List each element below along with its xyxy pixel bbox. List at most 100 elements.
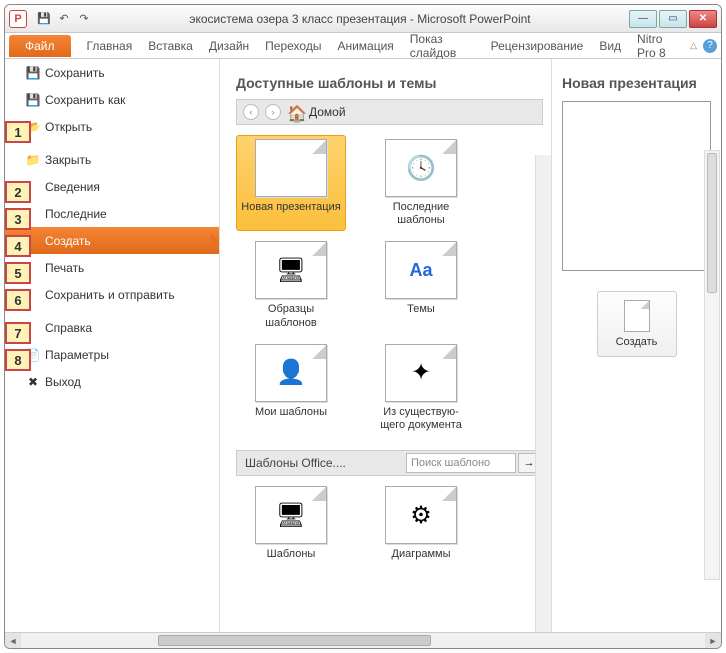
scroll-left-icon[interactable]: ◄ (5, 633, 21, 649)
sidebar-item-11[interactable]: ✖ Выход (5, 368, 219, 395)
help-icon[interactable]: ? (703, 39, 717, 53)
create-button[interactable]: Создать (597, 291, 677, 357)
sidebar-item-10[interactable]: 📄Параметры (5, 341, 219, 368)
template-icon: 🖥 (255, 486, 327, 544)
preview-pane: Новая презентация Создать (551, 59, 721, 632)
callout-7: 7 (5, 322, 31, 344)
callout-1: 1 (5, 121, 31, 143)
breadcrumb: ‹ › 🏠 Домой (236, 99, 543, 125)
sidebar-item-1[interactable]: 💾Сохранить как (5, 86, 219, 113)
vertical-scrollbar[interactable] (535, 155, 551, 632)
ribbon-tab[interactable]: Дизайн (201, 35, 257, 57)
preview-title: Новая презентация (562, 75, 711, 91)
sidebar-icon: 💾 (25, 65, 41, 81)
sidebar-label: Последние (45, 207, 107, 221)
window-title: экосистема озера 3 класс презентация - M… (93, 12, 627, 26)
template-item[interactable]: Новая презентация (236, 135, 346, 231)
qat-redo-icon[interactable]: ↷ (75, 10, 93, 28)
ribbon-tabs: Файл Главная Вставка Дизайн Переходы Ани… (5, 33, 721, 59)
document-icon (624, 300, 650, 332)
template-label: Диаграммы (392, 548, 451, 561)
scroll-thumb[interactable] (158, 635, 432, 646)
template-item[interactable]: 🖥Образцы шаблонов (236, 237, 346, 333)
qat-undo-icon[interactable]: ↶ (55, 10, 73, 28)
close-button[interactable]: ✕ (689, 10, 717, 28)
sidebar-icon: ✖ (25, 374, 41, 390)
breadcrumb-label[interactable]: Домой (309, 105, 346, 119)
ribbon-tab[interactable]: Вид (591, 35, 629, 57)
sidebar-item-8[interactable]: Сохранить и отправить (5, 281, 219, 308)
scroll-right-icon[interactable]: ► (705, 633, 721, 649)
file-tab[interactable]: Файл (9, 35, 71, 57)
template-icon (255, 139, 327, 197)
ribbon-tab[interactable]: Вставка (140, 35, 201, 57)
sidebar-label: Справка (45, 321, 92, 335)
template-item[interactable]: ⚙ Диаграммы (366, 482, 476, 565)
template-icon: 🕓 (385, 139, 457, 197)
file-sidebar: 💾 Сохранить 💾Сохранить как📂Открыть1 📁 Закрыт… (5, 59, 220, 632)
template-item[interactable]: Aa Темы (366, 237, 476, 333)
template-icon: ✦ (385, 344, 457, 402)
sidebar-icon: 📁 (25, 152, 41, 168)
horizontal-scrollbar[interactable]: ◄ ► (5, 632, 721, 648)
sidebar-label: Закрыть (45, 153, 91, 167)
template-label: Темы (407, 303, 435, 316)
template-icon: Aa (385, 241, 457, 299)
sidebar-label: Сведения (45, 180, 100, 194)
ribbon-tab[interactable]: Переходы (257, 35, 329, 57)
template-label: Мои шаблоны (255, 406, 327, 419)
template-item[interactable]: ✦ Из существую-щего документа (366, 340, 476, 436)
sidebar-label: Создать (45, 234, 91, 248)
template-label: Из существую-щего документа (371, 406, 471, 432)
template-icon: 🖥 (255, 241, 327, 299)
templates-pane: Доступные шаблоны и темы ‹ › 🏠 Домой Нов… (220, 59, 551, 632)
ribbon-tab[interactable]: Рецензирование (483, 35, 592, 57)
sidebar-item-9[interactable]: Справка (5, 314, 219, 341)
template-icon: 👤 (255, 344, 327, 402)
sidebar-label: Открыть (45, 120, 92, 134)
template-label: Новая презентация (241, 201, 340, 214)
nav-back-icon[interactable]: ‹ (243, 104, 259, 120)
sidebar-item-2[interactable]: 📂Открыть (5, 113, 219, 140)
sidebar-label: Сохранить и отправить (45, 288, 175, 302)
template-label: Шаблоны (267, 548, 316, 561)
preview-thumbnail (562, 101, 711, 271)
sidebar-label: Выход (45, 375, 81, 389)
sidebar-label: Сохранить (45, 66, 105, 80)
create-label: Создать (616, 336, 658, 348)
callout-2: 2 (5, 181, 31, 203)
sidebar-item-5[interactable]: Последние (5, 200, 219, 227)
home-icon[interactable]: 🏠 (287, 104, 303, 120)
ribbon-tab[interactable]: Анимация (329, 35, 401, 57)
template-icon: ⚙ (385, 486, 457, 544)
sidebar-item-0[interactable]: 💾 Сохранить (5, 59, 219, 86)
scroll-thumb[interactable] (707, 153, 717, 293)
template-item[interactable]: 🕓 Последние шаблоны (366, 135, 476, 231)
template-item[interactable]: 👤 Мои шаблоны (236, 340, 346, 436)
sidebar-item-6[interactable]: Создать (5, 227, 219, 254)
app-icon: P (9, 10, 27, 28)
callout-5: 5 (5, 262, 31, 284)
minimize-button[interactable]: — (629, 10, 657, 28)
sidebar-item-3[interactable]: 📁 Закрыть (5, 146, 219, 173)
ribbon-tab[interactable]: Главная (79, 35, 141, 57)
callout-8: 8 (5, 349, 31, 371)
sidebar-label: Печать (45, 261, 84, 275)
sidebar-label: Параметры (45, 348, 109, 362)
sidebar-icon: 💾 (25, 92, 41, 108)
callout-4: 4 (5, 235, 31, 257)
titlebar: P 💾 ↶ ↷ экосистема озера 3 класс презент… (5, 5, 721, 33)
template-label: Последние шаблоны (371, 201, 471, 227)
callout-6: 6 (5, 289, 31, 311)
callout-3: 3 (5, 208, 31, 230)
qat-save-icon[interactable]: 💾 (35, 10, 53, 28)
main-vertical-scrollbar[interactable] (704, 150, 720, 580)
section-title: Доступные шаблоны и темы (236, 75, 543, 91)
template-item[interactable]: 🖥 Шаблоны (236, 482, 346, 565)
sidebar-item-4[interactable]: Сведения (5, 173, 219, 200)
nav-forward-icon[interactable]: › (265, 104, 281, 120)
ribbon-minimize-icon[interactable]: △ (690, 40, 697, 51)
maximize-button[interactable]: ▭ (659, 10, 687, 28)
sidebar-item-7[interactable]: Печать (5, 254, 219, 281)
template-search-input[interactable]: Поиск шаблоно (406, 453, 516, 473)
